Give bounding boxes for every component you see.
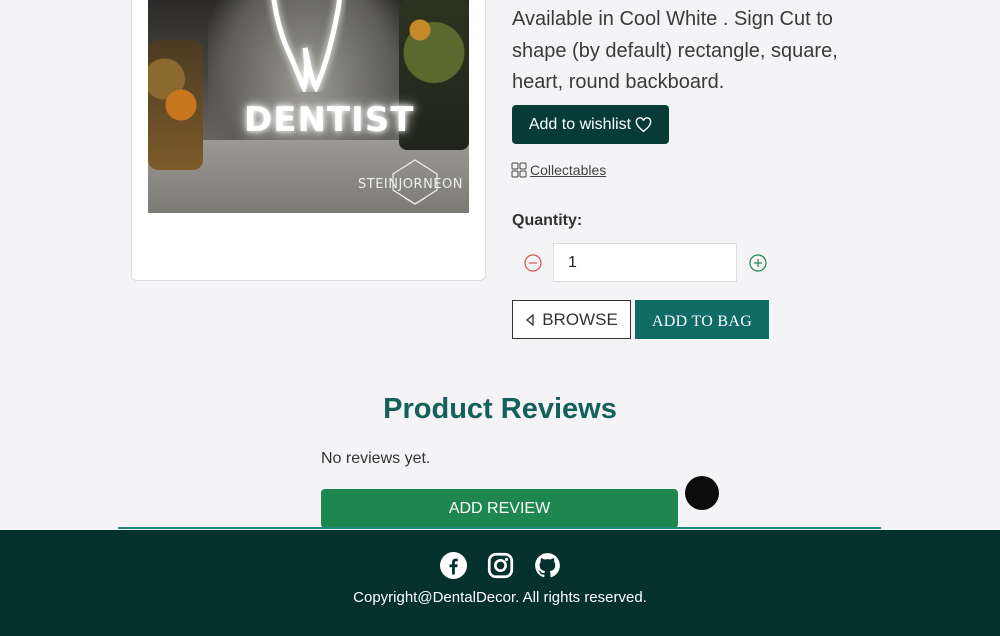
neon-sign-text: DENTIST	[244, 100, 415, 140]
increment-icon[interactable]	[748, 253, 768, 273]
facebook-icon[interactable]	[439, 552, 467, 579]
add-review-button[interactable]: ADD REVIEW	[321, 489, 678, 528]
browse-label: BROWSE	[542, 309, 618, 329]
decrement-icon[interactable]	[523, 253, 543, 273]
section-divider	[118, 527, 881, 529]
no-reviews-text: No reviews yet.	[321, 450, 431, 467]
github-icon[interactable]	[534, 552, 561, 579]
add-to-bag-button[interactable]: ADD TO BAG	[635, 300, 769, 339]
quantity-label: Quantity:	[512, 212, 583, 229]
instagram-icon[interactable]	[487, 552, 514, 579]
product-image: DENTIST STEINJORNEON	[148, 0, 469, 213]
category-label[interactable]: Collectables	[530, 162, 606, 178]
image-watermark: STEINJORNEON	[358, 177, 463, 192]
quantity-input[interactable]	[553, 243, 737, 282]
product-description: Available in Cool White . Sign Cut to sh…	[512, 8, 838, 93]
cursor-artifact	[685, 476, 719, 510]
add-to-wishlist-button[interactable]: Add to wishlist	[512, 105, 669, 144]
image-flowers-left	[148, 40, 203, 170]
copyright-text: Copyright@DentalDecor. All rights reserv…	[353, 589, 647, 606]
browse-button[interactable]: BROWSE	[512, 300, 631, 339]
wishlist-label: Add to wishlist	[528, 115, 632, 133]
category-link[interactable]: Collectables	[511, 162, 606, 178]
social-links	[0, 552, 1000, 579]
grid-icon	[511, 162, 527, 178]
chevron-left-icon	[526, 313, 534, 326]
site-footer: Copyright@DentalDecor. All rights reserv…	[0, 530, 1000, 636]
neon-tooth-icon	[271, 0, 342, 92]
reviews-heading: Product Reviews	[383, 393, 617, 425]
heart-icon	[635, 116, 652, 132]
